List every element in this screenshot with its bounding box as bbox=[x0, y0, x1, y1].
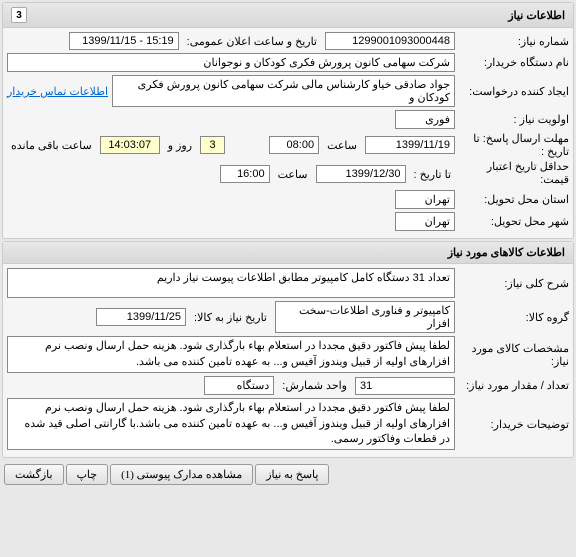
panel1-body: شماره نیاز: 1299001093000448 تاریخ و ساع… bbox=[3, 28, 573, 238]
panel2-header: اطلاعات کالاهای مورد نیاز bbox=[3, 242, 573, 264]
delivery-province-label: استان محل تحویل: bbox=[459, 193, 569, 206]
deadline-date-field: 1399/11/19 bbox=[365, 136, 455, 154]
quantity-label: تعداد / مقدار مورد نیاز: bbox=[459, 379, 569, 392]
row-goods-spec: مشخصات کالای مورد نیاز: لطفا پیش فاکتور … bbox=[7, 336, 569, 373]
announce-time-field: 15:19 - 1399/11/15 bbox=[69, 32, 179, 50]
print-button[interactable]: چاپ bbox=[66, 464, 109, 485]
deadline-time-label: ساعت bbox=[323, 139, 361, 152]
row-buyer-org: نام دستگاه خریدار: شرکت سهامی کانون پرور… bbox=[7, 53, 569, 72]
buyer-notes-field: لطفا پیش فاکتور دقیق مجددا در استعلام به… bbox=[7, 398, 455, 450]
goods-date-label: تاریخ نیاز به کالا: bbox=[190, 311, 271, 324]
remaining-time-field: 14:03:07 bbox=[100, 136, 160, 154]
row-request-creator: ایجاد کننده درخواست: جواد صادقی خیاو کار… bbox=[7, 75, 569, 107]
delivery-province-field: تهران bbox=[395, 190, 455, 209]
row-general-desc: شرح کلی نیاز: تعداد 31 دستگاه کامل کامپی… bbox=[7, 268, 569, 298]
buyer-org-label: نام دستگاه خریدار: bbox=[459, 56, 569, 69]
min-validity-label: حداقل تاریخ اعتبار قیمت: bbox=[459, 161, 569, 187]
request-creator-field: جواد صادقی خیاو کارشناس مالی شرکت سهامی … bbox=[112, 75, 455, 107]
respond-button[interactable]: پاسخ به نیاز bbox=[255, 464, 329, 485]
goods-spec-label: مشخصات کالای مورد نیاز: bbox=[459, 342, 569, 368]
goods-group-label: گروه کالا: bbox=[459, 311, 569, 324]
remaining-time-label: ساعت باقی مانده bbox=[7, 139, 96, 152]
unit-label: واحد شمارش: bbox=[278, 379, 351, 392]
general-desc-label: شرح کلی نیاز: bbox=[459, 277, 569, 290]
buyer-org-field: شرکت سهامی کانون پرورش فکری کودکان و نوج… bbox=[7, 53, 455, 72]
row-goods-group: گروه کالا: کامپیوتر و فناوری اطلاعات-سخت… bbox=[7, 301, 569, 333]
quantity-field: 31 bbox=[355, 377, 455, 395]
back-button[interactable]: بازگشت bbox=[4, 464, 64, 485]
min-validity-date-field: 1399/12/30 bbox=[316, 165, 406, 183]
row-priority: اولویت نیاز : فوری bbox=[7, 110, 569, 129]
priority-field: فوری bbox=[395, 110, 455, 129]
row-quantity: تعداد / مقدار مورد نیاز: 31 واحد شمارش: … bbox=[7, 376, 569, 395]
deadline-time-field: 08:00 bbox=[269, 136, 319, 154]
panel2-title: اطلاعات کالاهای مورد نیاز bbox=[448, 246, 565, 259]
attachments-button[interactable]: مشاهده مدارک پیوستی (1) bbox=[110, 464, 253, 485]
contact-link[interactable]: اطلاعات تماس خریدار bbox=[7, 85, 108, 98]
need-number-label: شماره نیاز: bbox=[459, 35, 569, 48]
row-buyer-notes: توضیحات خریدار: لطفا پیش فاکتور دقیق مجد… bbox=[7, 398, 569, 450]
priority-label: اولویت نیاز : bbox=[459, 113, 569, 126]
panel1-title: اطلاعات نیاز bbox=[508, 9, 565, 22]
goods-spec-field: لطفا پیش فاکتور دقیق مجددا در استعلام به… bbox=[7, 336, 455, 373]
row-delivery-city: شهر محل تحویل: تهران bbox=[7, 212, 569, 231]
row-deadline: مهلت ارسال پاسخ: تا تاریخ : 1399/11/19 س… bbox=[7, 132, 569, 158]
goods-group-field: کامپیوتر و فناوری اطلاعات-سخت افزار bbox=[275, 301, 455, 333]
button-bar: پاسخ به نیاز مشاهده مدارک پیوستی (1) چاپ… bbox=[0, 460, 576, 489]
goods-info-panel: اطلاعات کالاهای مورد نیاز شرح کلی نیاز: … bbox=[2, 241, 574, 458]
announce-time-label: تاریخ و ساعت اعلان عمومی: bbox=[183, 35, 321, 48]
remaining-days-field: 3 bbox=[200, 136, 225, 154]
need-info-panel: اطلاعات نیاز 3 شماره نیاز: 1299001093000… bbox=[2, 2, 574, 239]
panel1-header: اطلاعات نیاز 3 bbox=[3, 3, 573, 28]
min-validity-from-label: تا تاریخ : bbox=[410, 168, 455, 181]
unit-field: دستگاه bbox=[204, 376, 274, 395]
panel2-body: شرح کلی نیاز: تعداد 31 دستگاه کامل کامپی… bbox=[3, 264, 573, 457]
panel1-number: 3 bbox=[11, 7, 27, 23]
delivery-city-label: شهر محل تحویل: bbox=[459, 215, 569, 228]
deadline-label: مهلت ارسال پاسخ: تا تاریخ : bbox=[459, 132, 569, 158]
delivery-city-field: تهران bbox=[395, 212, 455, 231]
goods-date-field: 1399/11/25 bbox=[96, 308, 186, 326]
row-need-number: شماره نیاز: 1299001093000448 تاریخ و ساع… bbox=[7, 32, 569, 50]
row-delivery-province: استان محل تحویل: تهران bbox=[7, 190, 569, 209]
general-desc-field: تعداد 31 دستگاه کامل کامپیوتر مطابق اطلا… bbox=[7, 268, 455, 298]
min-validity-time-field: 16:00 bbox=[220, 165, 270, 183]
min-validity-time-label: ساعت bbox=[274, 168, 312, 181]
buyer-notes-label: توضیحات خریدار: bbox=[459, 418, 569, 431]
request-creator-label: ایجاد کننده درخواست: bbox=[459, 85, 569, 98]
row-min-validity: حداقل تاریخ اعتبار قیمت: تا تاریخ : 1399… bbox=[7, 161, 569, 187]
need-number-field: 1299001093000448 bbox=[325, 32, 455, 50]
remaining-days-label: روز و bbox=[164, 139, 196, 152]
